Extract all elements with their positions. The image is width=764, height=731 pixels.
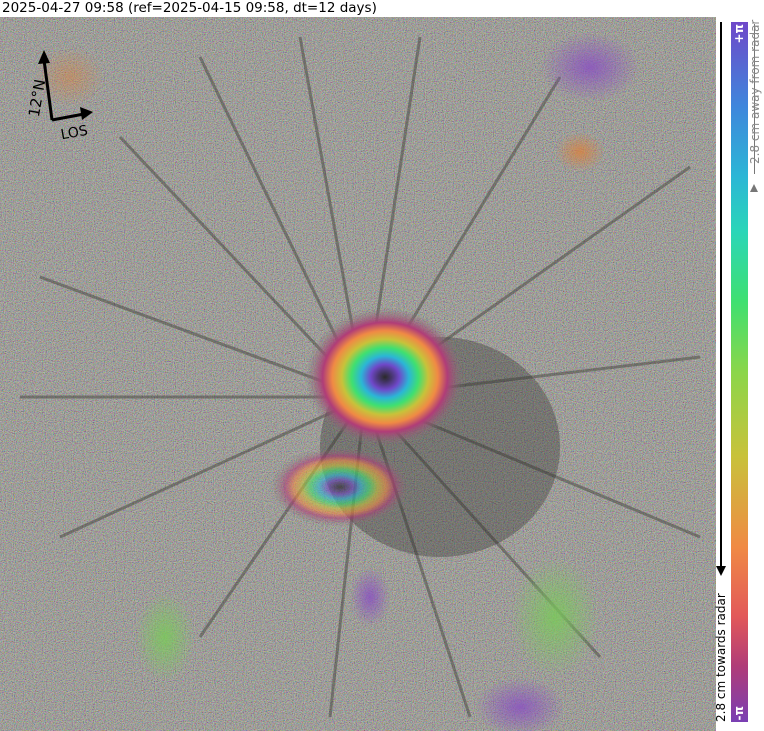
colorbar-gradient: +π -π [731,22,748,722]
towards-arrow [720,22,722,567]
colorbar-top-label: +π [732,24,746,44]
colorbar-bottom-label: -π [732,705,746,720]
away-label: 2.8 cm away from radar [748,20,762,165]
towards-label: 2.8 cm towards radar [714,593,728,722]
map-title: 2025-04-27 09:58 (ref=2025-04-15 09:58, … [2,0,377,16]
interferogram-map[interactable]: 12°N LOS [0,17,716,731]
